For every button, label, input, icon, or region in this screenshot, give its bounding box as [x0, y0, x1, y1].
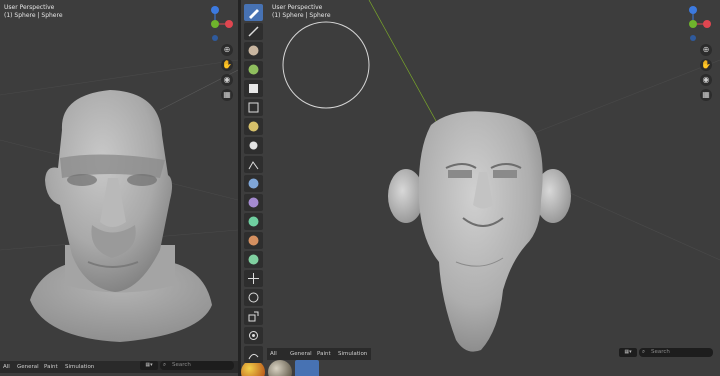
search-icon: ⌕	[642, 349, 646, 355]
tab-paint[interactable]: Paint	[314, 349, 334, 359]
clay-strips-icon	[248, 64, 259, 75]
tab-general[interactable]: General	[14, 362, 42, 372]
hand-pan-icon[interactable]: ✋	[700, 59, 712, 71]
navigation-gizmo-left[interactable]	[204, 4, 234, 44]
zoom-icon[interactable]: ⊕	[700, 44, 712, 56]
crease-icon	[248, 161, 259, 170]
draw-brush-tool[interactable]	[244, 4, 263, 21]
camera-icon[interactable]: ◉	[700, 74, 712, 86]
transform-icon	[249, 331, 258, 340]
grid-ortho-icon[interactable]: ▦	[700, 89, 712, 101]
brush-icon	[249, 9, 259, 19]
draw-sharp-tool[interactable]	[244, 23, 263, 40]
multiplane-scrape-tool[interactable]	[244, 251, 263, 268]
head-sculpt-stylized	[388, 111, 571, 352]
scrape-icon	[248, 235, 259, 246]
right-asset-shelf-bar: All General Paint Simulation	[267, 348, 371, 360]
tab-paint[interactable]: Paint	[41, 362, 61, 372]
move-icon	[248, 273, 259, 284]
scale-icon	[248, 311, 259, 322]
brush-thumbnail-3-selected[interactable]	[295, 360, 319, 376]
annotate-icon	[248, 353, 259, 360]
clay-thumb-icon	[249, 84, 258, 93]
display-mode-dropdown[interactable]: ▦▾	[619, 348, 637, 357]
rotate-icon	[248, 292, 259, 303]
zoom-icon[interactable]: ⊕	[221, 44, 233, 56]
fill-tool[interactable]	[244, 213, 263, 230]
camera-icon[interactable]: ◉	[221, 74, 233, 86]
tab-all[interactable]: All	[0, 362, 13, 372]
left-3d-viewport[interactable]: User Perspective (1) Sphere | Sphere ⊕ ✋…	[0, 0, 238, 376]
annotate-tool[interactable]	[244, 346, 263, 363]
multiplane-scrape-icon	[248, 254, 259, 265]
crease-tool[interactable]	[244, 156, 263, 173]
blob-icon	[249, 141, 258, 150]
rotate-tool[interactable]	[244, 289, 263, 306]
tab-general[interactable]: General	[287, 349, 315, 359]
clay-icon	[248, 45, 259, 56]
clay-strips-tool[interactable]	[244, 61, 263, 78]
layer-tool[interactable]	[244, 99, 263, 116]
search-input[interactable]: ⌕ Search	[639, 348, 713, 357]
sharp-brush-icon	[248, 26, 259, 37]
navigation-gizmo-right[interactable]	[682, 4, 712, 44]
grid-ortho-icon[interactable]: ▦	[221, 89, 233, 101]
head-sculpt-realistic	[30, 90, 212, 342]
inflate-tool[interactable]	[244, 118, 263, 135]
clay-thumb-tool[interactable]	[244, 80, 263, 97]
move-tool[interactable]	[244, 270, 263, 287]
layer-icon	[248, 102, 259, 113]
flatten-tool[interactable]	[244, 194, 263, 211]
smooth-tool[interactable]	[244, 175, 263, 192]
scale-tool[interactable]	[244, 308, 263, 325]
tab-all[interactable]: All	[267, 349, 280, 359]
display-mode-dropdown[interactable]: ▦▾	[140, 361, 158, 370]
smooth-icon	[248, 178, 259, 189]
fill-icon	[248, 216, 259, 227]
right-3d-viewport[interactable]: User Perspective (1) Sphere | Sphere ⊕ ✋…	[241, 0, 720, 376]
transform-tool[interactable]	[244, 327, 263, 344]
tab-simulation[interactable]: Simulation	[62, 362, 97, 372]
clay-tool[interactable]	[244, 42, 263, 59]
hand-pan-icon[interactable]: ✋	[221, 59, 233, 71]
blob-tool[interactable]	[244, 137, 263, 154]
tab-simulation[interactable]: Simulation	[335, 349, 370, 359]
flatten-icon	[248, 197, 259, 208]
inflate-icon	[248, 121, 259, 132]
search-icon: ⌕	[163, 362, 167, 368]
search-input[interactable]: ⌕ Search	[160, 361, 234, 370]
scrape-tool[interactable]	[244, 232, 263, 249]
